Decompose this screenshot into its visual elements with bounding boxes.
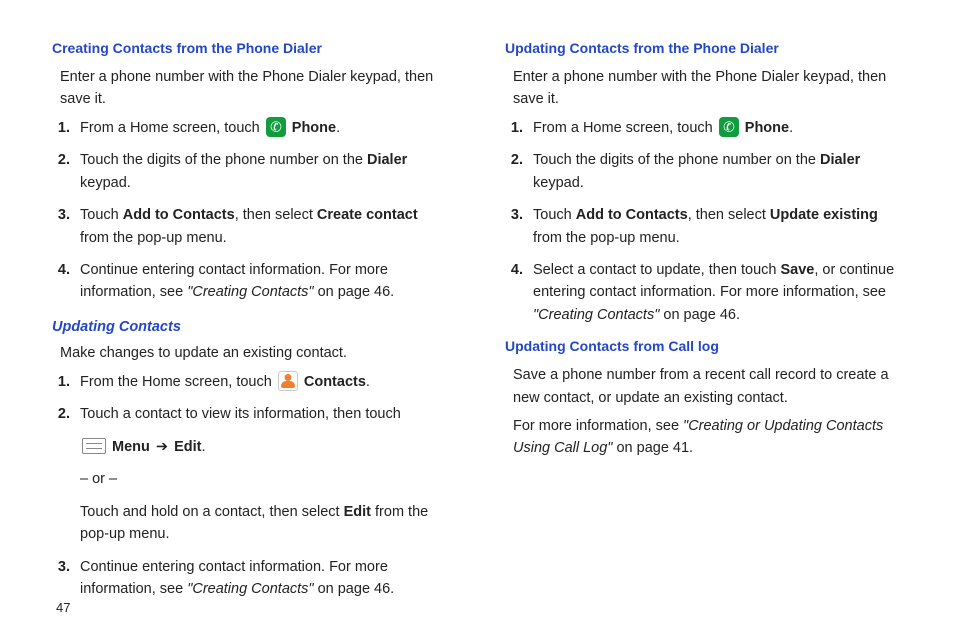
list-item: From the Home screen, touch Contacts. xyxy=(74,371,449,393)
list-item: Touch Add to Contacts, then select Updat… xyxy=(527,204,902,249)
term-dialer: Dialer xyxy=(820,152,860,168)
page-number: 47 xyxy=(56,598,70,618)
steps-update: From the Home screen, touch Contacts. To… xyxy=(74,371,449,601)
term-create-contact: Create contact xyxy=(317,207,418,223)
right-column: Updating Contacts from the Phone Dialer … xyxy=(505,32,902,616)
term-save: Save xyxy=(780,262,814,278)
term-add-to-contacts: Add to Contacts xyxy=(576,207,688,223)
list-item: Touch a contact to view its information,… xyxy=(74,403,449,545)
steps-update-dialer: From a Home screen, touch Phone. Touch t… xyxy=(527,117,902,327)
step-text: Touch a contact to view its information,… xyxy=(80,406,401,422)
list-item: Touch the digits of the phone number on … xyxy=(74,149,449,194)
intro-text: Make changes to update an existing conta… xyxy=(60,342,449,364)
term-dialer: Dialer xyxy=(367,152,407,168)
step-text: from the pop-up menu. xyxy=(533,230,680,246)
term-add-to-contacts: Add to Contacts xyxy=(123,207,235,223)
term-update-existing: Update existing xyxy=(770,207,878,223)
left-column: Creating Contacts from the Phone Dialer … xyxy=(52,32,449,616)
step-text: from the pop-up menu. xyxy=(80,230,227,246)
phone-icon xyxy=(266,117,286,137)
or-separator: – or – xyxy=(80,468,449,490)
list-item: From a Home screen, touch Phone. xyxy=(74,117,449,139)
step-text: . xyxy=(366,374,370,390)
step-text: From a Home screen, touch xyxy=(533,120,717,136)
step-text: on page 46. xyxy=(314,284,395,300)
intro-text: Enter a phone number with the Phone Dial… xyxy=(513,66,902,111)
list-item: From a Home screen, touch Phone. xyxy=(527,117,902,139)
reference-link: "Creating Contacts" xyxy=(187,581,313,597)
manual-page: Creating Contacts from the Phone Dialer … xyxy=(0,0,954,636)
term-phone: Phone xyxy=(292,120,336,136)
step-line: Touch and hold on a contact, then select… xyxy=(80,501,449,546)
step-text: on page 46. xyxy=(659,307,740,323)
contact-icon xyxy=(278,371,298,391)
intro-text: Enter a phone number with the Phone Dial… xyxy=(60,66,449,111)
reference-link: "Creating Contacts" xyxy=(187,284,313,300)
term-edit: Edit xyxy=(174,439,201,455)
step-text: keypad. xyxy=(80,175,131,191)
heading-updating-contacts: Updating Contacts xyxy=(52,316,449,338)
step-text: on page 46. xyxy=(314,581,395,597)
term-menu: Menu xyxy=(112,439,150,455)
step-text: For more information, see xyxy=(513,418,683,434)
list-item: Touch Add to Contacts, then select Creat… xyxy=(74,204,449,249)
step-text: Touch the digits of the phone number on … xyxy=(80,152,367,168)
step-text: . xyxy=(202,439,206,455)
step-text: Select a contact to update, then touch xyxy=(533,262,780,278)
term-contacts: Contacts xyxy=(304,374,366,390)
step-text: Touch xyxy=(533,207,576,223)
reference-link: "Creating Contacts" xyxy=(533,307,659,323)
menu-icon xyxy=(82,438,106,454)
list-item: Continue entering contact information. F… xyxy=(74,259,449,304)
step-text: , then select xyxy=(235,207,317,223)
intro-text: Save a phone number from a recent call r… xyxy=(513,364,902,409)
step-text: . xyxy=(789,120,793,136)
step-text: From a Home screen, touch xyxy=(80,120,264,136)
list-item: Continue entering contact information. F… xyxy=(74,556,449,601)
list-item: Touch the digits of the phone number on … xyxy=(527,149,902,194)
step-text: . xyxy=(336,120,340,136)
step-text: on page 41. xyxy=(612,440,693,456)
step-text: , then select xyxy=(688,207,770,223)
step-line: Menu ➔ Edit. xyxy=(80,436,449,458)
heading-updating-from-dialer: Updating Contacts from the Phone Dialer xyxy=(505,38,902,60)
heading-creating-contacts: Creating Contacts from the Phone Dialer xyxy=(52,38,449,60)
term-edit: Edit xyxy=(344,504,371,520)
step-text: Touch xyxy=(80,207,123,223)
step-text: From the Home screen, touch xyxy=(80,374,276,390)
heading-updating-from-call-log: Updating Contacts from Call log xyxy=(505,336,902,358)
step-text: Touch and hold on a contact, then select xyxy=(80,504,344,520)
paragraph: For more information, see "Creating or U… xyxy=(513,415,902,460)
term-phone: Phone xyxy=(745,120,789,136)
phone-icon xyxy=(719,117,739,137)
arrow-icon: ➔ xyxy=(154,439,170,455)
step-text: keypad. xyxy=(533,175,584,191)
steps-create: From a Home screen, touch Phone. Touch t… xyxy=(74,117,449,304)
step-text: Touch the digits of the phone number on … xyxy=(533,152,820,168)
list-item: Select a contact to update, then touch S… xyxy=(527,259,902,326)
